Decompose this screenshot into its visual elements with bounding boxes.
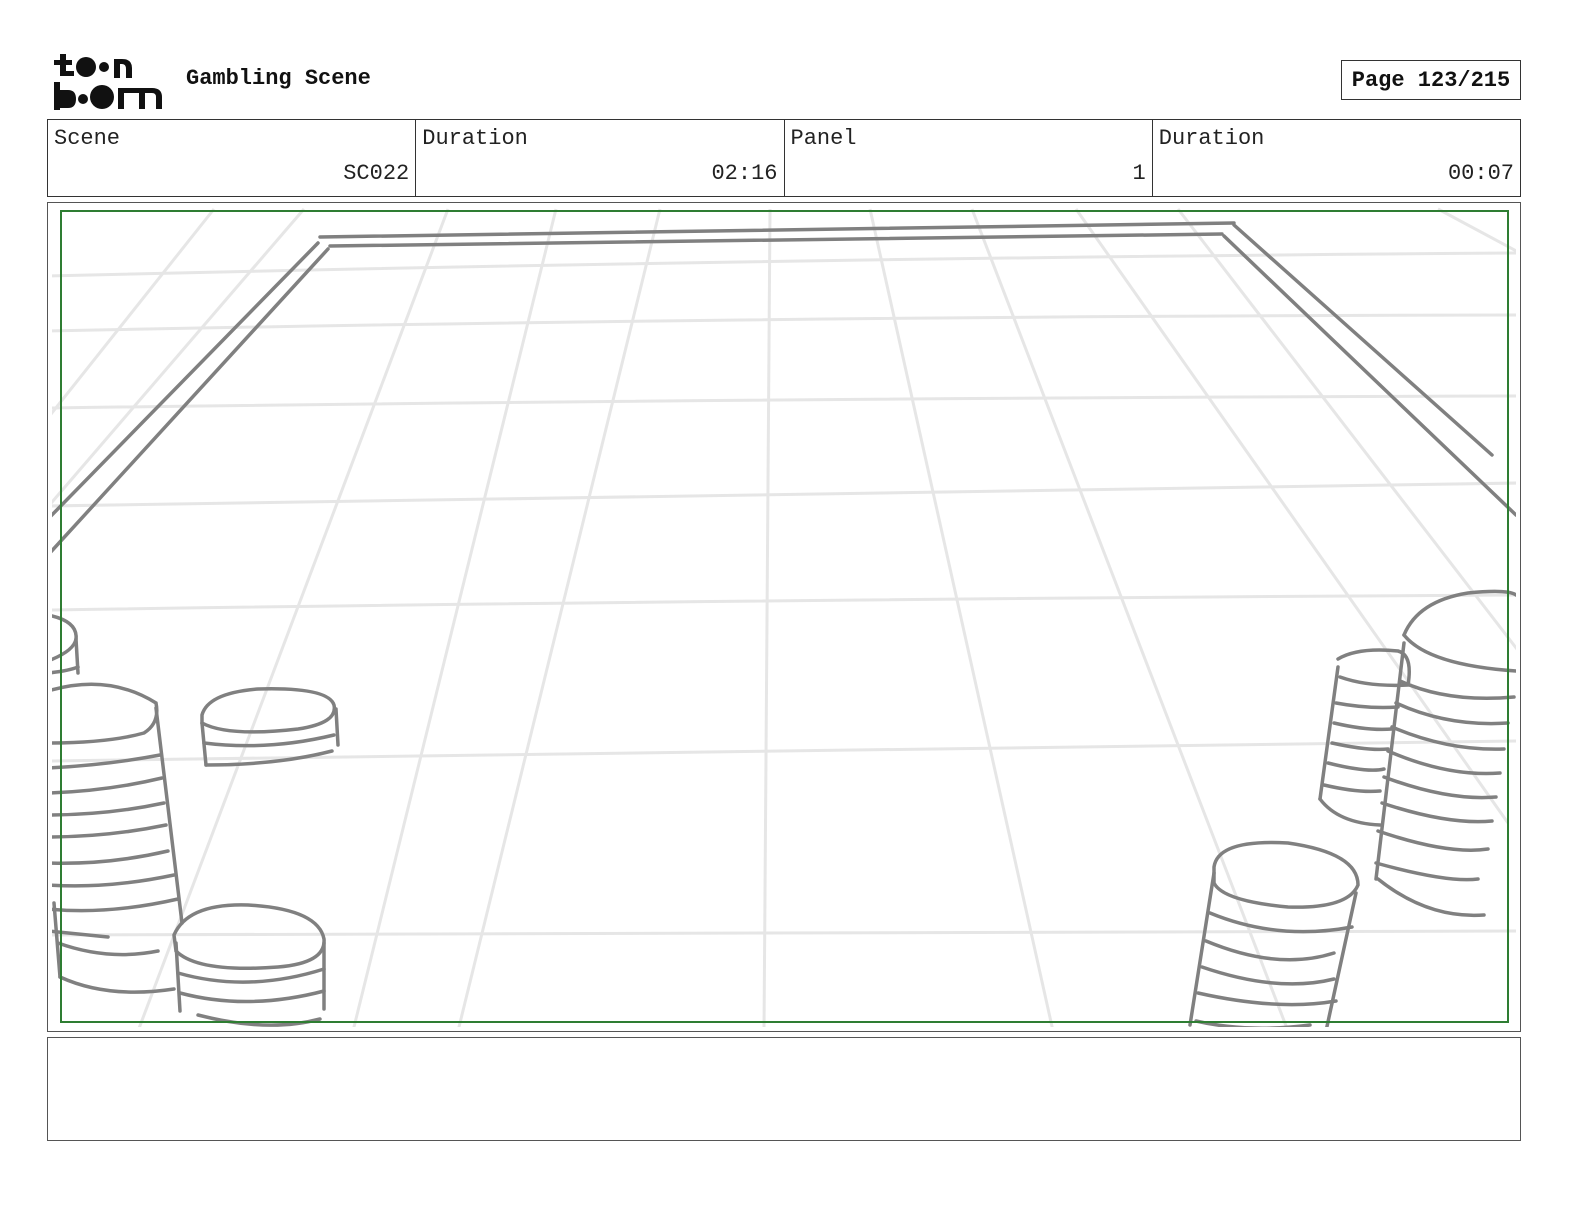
chip-stacks <box>52 589 1516 1027</box>
page-indicator: Page 123/215 <box>1341 60 1521 100</box>
panel-notes[interactable] <box>47 1037 1521 1141</box>
table-rail <box>52 221 1516 554</box>
scene-cell: Scene SC022 <box>48 120 417 196</box>
toon-boom-logo <box>52 52 164 112</box>
scene-label: Scene <box>54 126 121 151</box>
panel-duration-value: 00:07 <box>1447 161 1514 186</box>
project-title: Gambling Scene <box>186 66 371 91</box>
scene-duration-cell: Duration 02:16 <box>416 120 785 196</box>
toon-boom-logo-icon <box>54 54 162 110</box>
storyboard-panel <box>47 202 1521 1032</box>
panel-duration-cell: Duration 00:07 <box>1153 120 1520 196</box>
panel-cell: Panel 1 <box>785 120 1153 196</box>
panel-sketch <box>52 207 1516 1027</box>
scene-value: SC022 <box>343 161 410 186</box>
scene-duration-label: Duration <box>422 126 528 151</box>
panel-value: 1 <box>1132 161 1146 186</box>
panel-info-row: Scene SC022 Duration 02:16 Panel 1 Durat… <box>47 119 1521 197</box>
panel-duration-label: Duration <box>1158 126 1265 151</box>
scene-duration-value: 02:16 <box>711 161 778 186</box>
panel-label: Panel <box>790 126 857 151</box>
